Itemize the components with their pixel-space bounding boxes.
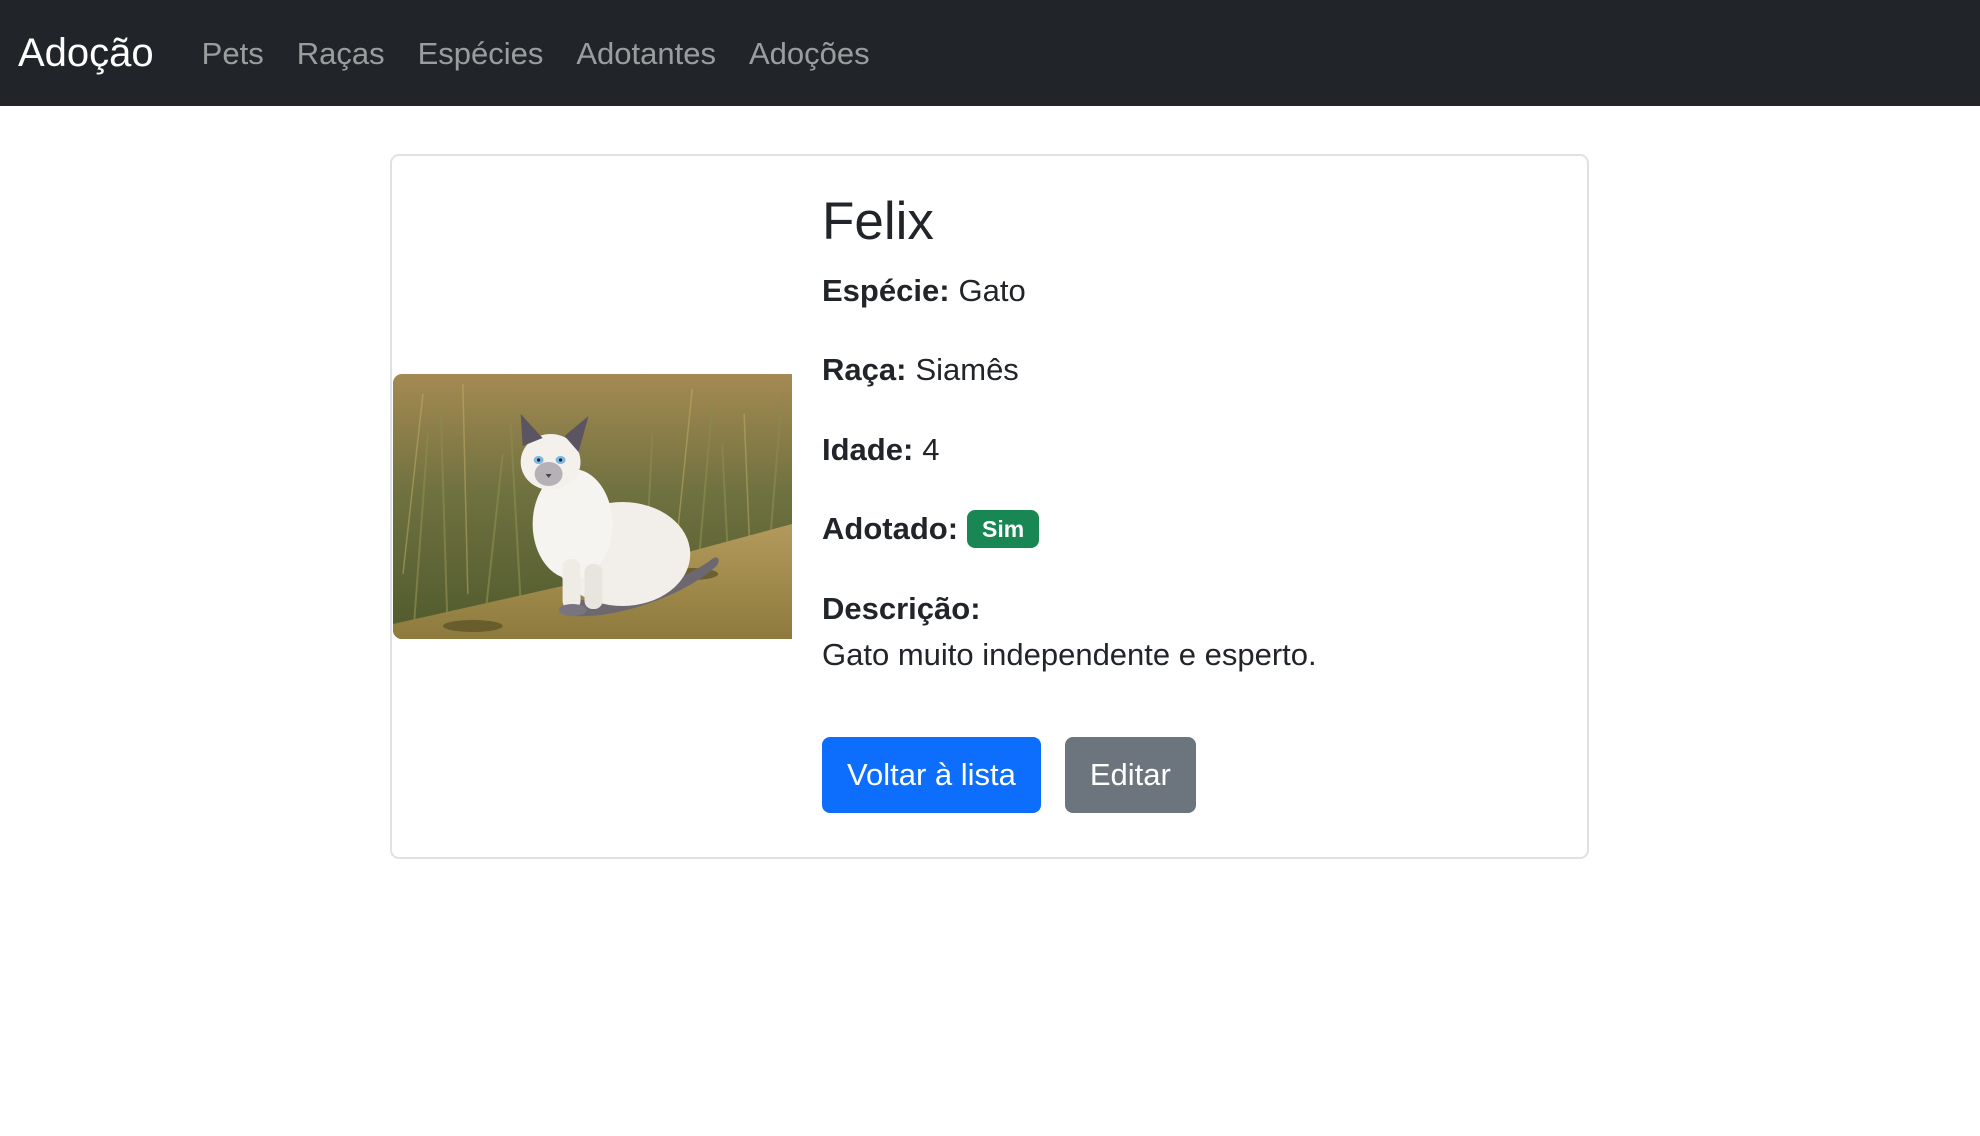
pet-photo <box>393 374 792 639</box>
especie-label: Espécie: <box>822 272 950 308</box>
pet-name: Felix <box>822 192 934 251</box>
idade-label: Idade: <box>822 431 914 467</box>
navbar-brand[interactable]: Adoção <box>18 33 154 73</box>
edit-button[interactable]: Editar <box>1064 736 1196 813</box>
descricao-text: Gato muito independente e esperto. <box>822 637 1317 673</box>
nav-link-especies[interactable]: Espécies <box>418 38 544 69</box>
action-buttons: Voltar à lista Editar <box>822 736 1562 813</box>
adotado-label: Adotado: <box>822 511 959 547</box>
idade-value: 4 <box>922 431 940 467</box>
back-to-list-button[interactable]: Voltar à lista <box>822 736 1041 813</box>
pet-detail-card: Felix Espécie: Gato Raça: Siamês Idade: … <box>390 154 1589 859</box>
top-navbar: Adoção Pets Raças Espécies Adotantes Ado… <box>0 0 1980 106</box>
descricao-label: Descrição: <box>822 590 981 626</box>
especie-value: Gato <box>958 272 1026 308</box>
field-especie: Espécie: Gato <box>822 268 1562 315</box>
field-raca: Raça: Siamês <box>822 347 1562 394</box>
pet-details: Felix Espécie: Gato Raça: Siamês Idade: … <box>822 190 1562 813</box>
adotado-status-badge: Sim <box>967 510 1040 549</box>
nav-link-adotantes[interactable]: Adotantes <box>576 38 716 69</box>
cat-photo-illustration <box>393 374 792 639</box>
nav-link-adocoes[interactable]: Adoções <box>749 38 870 69</box>
raca-label: Raça: <box>822 352 907 388</box>
nav-links: Pets Raças Espécies Adotantes Adoções <box>202 38 903 69</box>
field-adotado: Adotado: Sim <box>822 506 1562 553</box>
raca-value: Siamês <box>915 352 1019 388</box>
nav-link-pets[interactable]: Pets <box>202 38 264 69</box>
field-idade: Idade: 4 <box>822 427 1562 474</box>
nav-link-racas[interactable]: Raças <box>297 38 385 69</box>
